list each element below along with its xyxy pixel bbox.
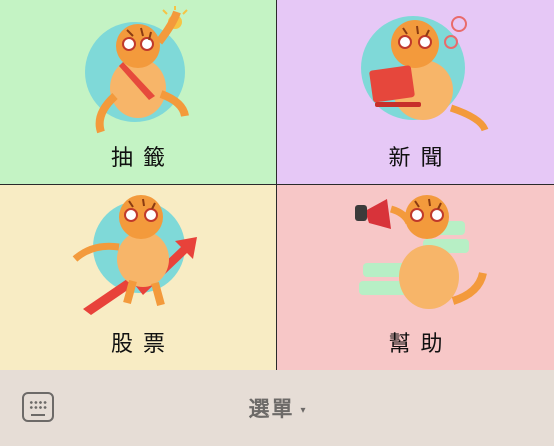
- menu-toggle-button[interactable]: 選單 ▾: [232, 393, 322, 423]
- tile-label-news: 新聞: [388, 146, 453, 171]
- rich-menu-grid: 抽籤 新聞 股票 幫助: [0, 0, 554, 370]
- caret-down-icon: ▾: [300, 404, 306, 416]
- news-cat-icon: [360, 16, 488, 132]
- tile-label-lottery: 抽籤: [110, 146, 175, 171]
- menu-tile-lottery[interactable]: 抽籤: [0, 0, 277, 185]
- keyboard-icon[interactable]: [22, 392, 54, 422]
- lottery-cat-icon: [85, 6, 189, 134]
- help-cat-icon: [354, 195, 487, 309]
- menu-tile-news[interactable]: 新聞: [277, 0, 554, 185]
- tile-label-stocks: 股票: [110, 332, 175, 357]
- tile-label-help: 幫助: [388, 332, 453, 357]
- menu-tile-stocks[interactable]: 股票: [0, 185, 277, 370]
- bottom-menu-bar: 選單 ▾: [0, 370, 554, 446]
- menu-toggle-label: 選單: [248, 397, 295, 421]
- menu-tile-help[interactable]: 幫助: [277, 185, 554, 370]
- stock-cat-icon: [72, 195, 197, 315]
